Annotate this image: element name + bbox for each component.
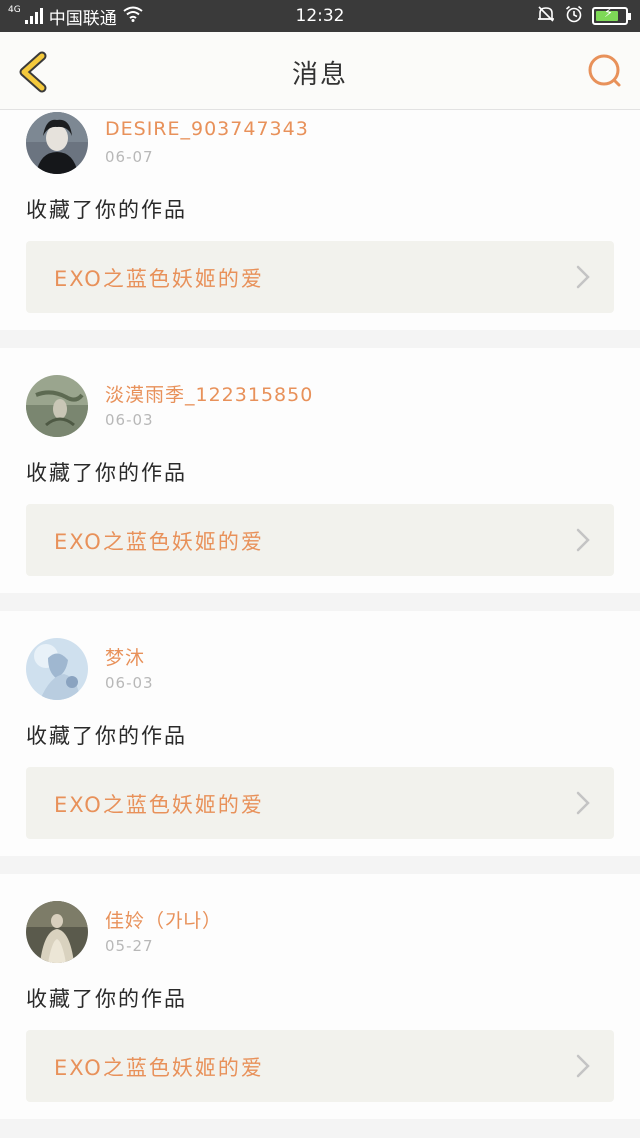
work-link[interactable]: EXO之蓝色妖姬的爱: [26, 767, 614, 839]
chevron-right-icon: [576, 1054, 590, 1078]
notification-item: 淡漠雨季_122315850 06-03 收藏了你的作品 EXO之蓝色妖姬的爱: [0, 348, 640, 593]
username[interactable]: 梦沐: [105, 643, 145, 670]
chevron-right-icon: [576, 265, 590, 289]
search-icon: [588, 54, 621, 87]
username[interactable]: 淡漠雨季_122315850: [105, 380, 313, 407]
notification-date: 05-27: [105, 937, 154, 955]
avatar[interactable]: [26, 638, 88, 700]
work-title: EXO之蓝色妖姬的爱: [54, 1056, 264, 1080]
work-title: EXO之蓝色妖姬的爱: [54, 267, 264, 291]
nav-bar: 消息: [0, 32, 640, 110]
chevron-right-icon: [576, 528, 590, 552]
username[interactable]: 佳姈（가나）: [105, 906, 222, 933]
notification-item: 梦沐 06-03 收藏了你的作品 EXO之蓝色妖姬的爱: [0, 611, 640, 856]
avatar[interactable]: [26, 901, 88, 963]
work-link[interactable]: EXO之蓝色妖姬的爱: [26, 1030, 614, 1102]
work-link[interactable]: EXO之蓝色妖姬的爱: [26, 504, 614, 576]
status-right: ⚡: [536, 5, 631, 27]
avatar[interactable]: [26, 112, 88, 174]
action-text: 收藏了你的作品: [26, 987, 187, 1011]
wifi-icon: [123, 6, 143, 26]
notification-item: DESIRE_903747343 06-07 收藏了你的作品 EXO之蓝色妖姬的…: [0, 110, 640, 330]
notification-date: 06-03: [105, 411, 154, 429]
charging-icon: ⚡: [604, 6, 614, 21]
notification-item: 佳姈（가나） 05-27 收藏了你的作品 EXO之蓝色妖姬的爱: [0, 874, 640, 1119]
work-title: EXO之蓝色妖姬的爱: [54, 530, 264, 554]
avatar[interactable]: [26, 375, 88, 437]
search-button[interactable]: [586, 52, 624, 90]
action-text: 收藏了你的作品: [26, 724, 187, 748]
work-link[interactable]: EXO之蓝色妖姬的爱: [26, 241, 614, 313]
network-type: 4G: [8, 5, 21, 15]
signal-icon: [24, 8, 43, 24]
notification-list: DESIRE_903747343 06-07 收藏了你的作品 EXO之蓝色妖姬的…: [0, 110, 640, 1137]
notification-date: 06-07: [105, 148, 154, 166]
username[interactable]: DESIRE_903747343: [105, 118, 309, 140]
status-bar: 4G 中国联通 12:32 ⚡: [0, 0, 640, 32]
chevron-right-icon: [576, 791, 590, 815]
action-text: 收藏了你的作品: [26, 198, 187, 222]
bell-mute-icon: [536, 5, 556, 27]
action-text: 收藏了你的作品: [26, 461, 187, 485]
battery-icon: ⚡: [592, 6, 631, 25]
status-left: 4G 中国联通: [8, 4, 143, 29]
notification-date: 06-03: [105, 674, 154, 692]
alarm-clock-icon: [564, 5, 584, 27]
page-title: 消息: [291, 60, 348, 90]
carrier-name: 中国联通: [48, 8, 117, 29]
work-title: EXO之蓝色妖姬的爱: [54, 793, 264, 817]
